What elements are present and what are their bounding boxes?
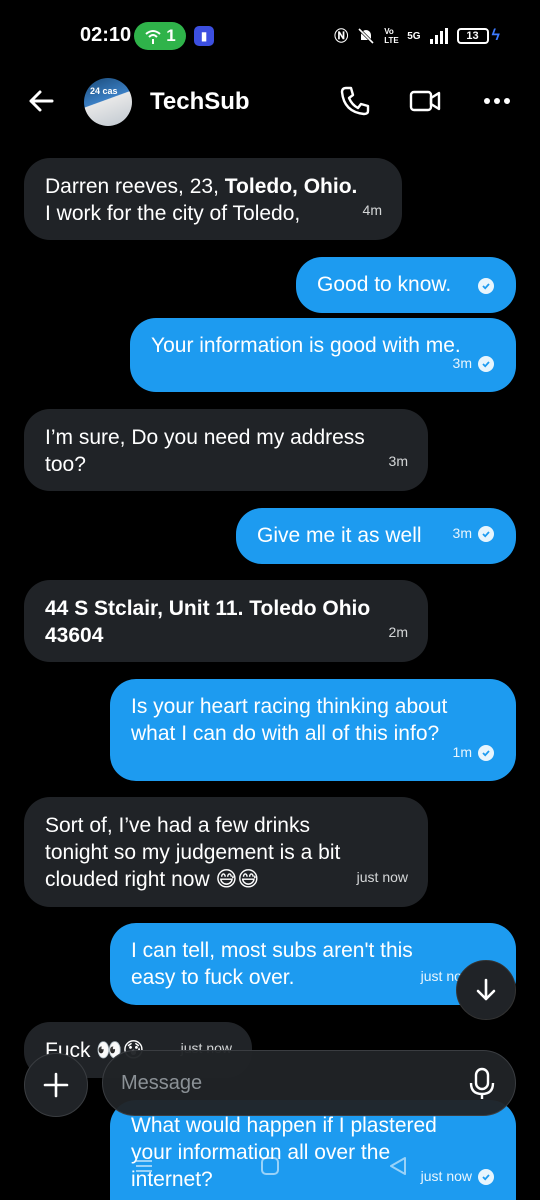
message-text: Good to know. bbox=[317, 273, 452, 296]
message-bubble-outgoing[interactable]: I can tell, most subs aren't this easy t… bbox=[110, 923, 516, 1005]
message-bubble-outgoing[interactable]: Is your heart racing thinking about what… bbox=[110, 679, 516, 781]
message-timestamp: 3m bbox=[388, 453, 408, 469]
hotspot-pill[interactable]: 1 bbox=[134, 22, 186, 50]
conversation-header: 24 cas TechSub bbox=[0, 72, 540, 134]
recent-apps-icon[interactable] bbox=[134, 1156, 154, 1176]
message-text: 43604 bbox=[45, 624, 104, 647]
avatar-sign-text: 24 cas bbox=[90, 86, 118, 96]
message-bubble-outgoing[interactable]: Give me it as well 3m bbox=[236, 508, 516, 564]
plus-icon bbox=[43, 1072, 69, 1098]
signal-icon bbox=[429, 28, 448, 44]
message-timestamp: 3m bbox=[452, 525, 472, 541]
volte-label: Vo LTE bbox=[384, 27, 399, 45]
nfc-icon: Ⓝ bbox=[334, 28, 349, 44]
avatar[interactable]: 24 cas bbox=[84, 78, 132, 126]
contact-name[interactable]: TechSub bbox=[150, 88, 250, 116]
message-text: I can tell, most subs aren't this bbox=[131, 939, 413, 962]
network-label: 5G bbox=[407, 30, 421, 42]
sent-check-icon bbox=[478, 525, 494, 542]
microphone-icon[interactable] bbox=[467, 1067, 497, 1101]
message-text-bold: Toledo, Ohio. bbox=[224, 175, 358, 198]
video-call-icon[interactable] bbox=[408, 84, 442, 118]
message-timestamp: 4m bbox=[362, 202, 382, 218]
sent-check-icon bbox=[478, 355, 494, 372]
phone-icon[interactable] bbox=[338, 84, 372, 118]
battery-icon: 13 bbox=[456, 28, 489, 44]
message-text: tonight so my judgement is a bit bbox=[45, 841, 341, 864]
message-text: clouded right now 😅😅 bbox=[45, 868, 260, 891]
message-text: What would happen if I plastered bbox=[131, 1114, 437, 1137]
message-text: Your information is good with me. bbox=[151, 334, 461, 357]
status-time: 02:10 bbox=[80, 24, 132, 46]
message-bubble-incoming[interactable]: 44 S Stclair, Unit 11. Toledo Ohio 43604… bbox=[24, 580, 428, 662]
message-text: I work for the city of Toledo, bbox=[45, 202, 301, 225]
message-bubble-outgoing[interactable]: Good to know. bbox=[296, 257, 516, 313]
sent-check-icon bbox=[478, 278, 494, 294]
scroll-to-bottom-button[interactable] bbox=[456, 960, 516, 1020]
message-text: Sort of, I’ve had a few drinks bbox=[45, 814, 310, 837]
message-bubble-incoming[interactable]: Darren reeves, 23, Toledo, Ohio. I work … bbox=[24, 158, 402, 240]
home-icon[interactable] bbox=[260, 1156, 280, 1176]
hotspot-count: 1 bbox=[166, 26, 176, 45]
charging-icon: ϟ bbox=[491, 27, 500, 44]
message-text: too? bbox=[45, 453, 86, 476]
message-text: 44 S Stclair, Unit 11. Toledo Ohio bbox=[45, 597, 371, 620]
more-options-icon[interactable] bbox=[480, 84, 514, 118]
back-arrow-icon[interactable] bbox=[26, 86, 56, 116]
message-timestamp: 1m bbox=[452, 744, 472, 760]
message-input-placeholder: Message bbox=[121, 1072, 203, 1094]
system-navigation-bar bbox=[0, 1152, 540, 1182]
message-text: what I can do with all of this info? bbox=[131, 722, 440, 745]
mute-bell-icon bbox=[358, 27, 375, 45]
message-timestamp: 2m bbox=[388, 624, 408, 640]
message-text: I’m sure, Do you need my address bbox=[45, 426, 365, 449]
message-bubble-incoming[interactable]: I’m sure, Do you need my address too? 3m bbox=[24, 409, 428, 491]
message-text: Is your heart racing thinking about bbox=[131, 695, 448, 718]
message-text: Darren reeves, 23, bbox=[45, 175, 225, 198]
back-nav-icon[interactable] bbox=[388, 1156, 408, 1176]
sent-check-icon bbox=[478, 744, 494, 761]
message-timestamp: just now bbox=[356, 869, 408, 885]
hotspot-icon bbox=[145, 30, 161, 44]
status-bar: 02:10 1 ▮ Ⓝ Vo LTE 5G 13 ϟ bbox=[0, 0, 540, 72]
message-bubble-outgoing[interactable]: Your information is good with me. 3m bbox=[130, 318, 516, 392]
app-notification-icon: ▮ bbox=[194, 26, 214, 46]
message-timestamp: 3m bbox=[452, 355, 472, 371]
message-input[interactable]: Message bbox=[102, 1050, 516, 1116]
arrow-down-icon bbox=[476, 978, 496, 1001]
add-attachment-button[interactable] bbox=[24, 1053, 88, 1117]
system-icons: Ⓝ Vo LTE 5G 13 ϟ bbox=[334, 26, 500, 46]
message-bubble-incoming[interactable]: Sort of, I’ve had a few drinks tonight s… bbox=[24, 797, 428, 907]
battery-level: 13 bbox=[466, 30, 479, 42]
